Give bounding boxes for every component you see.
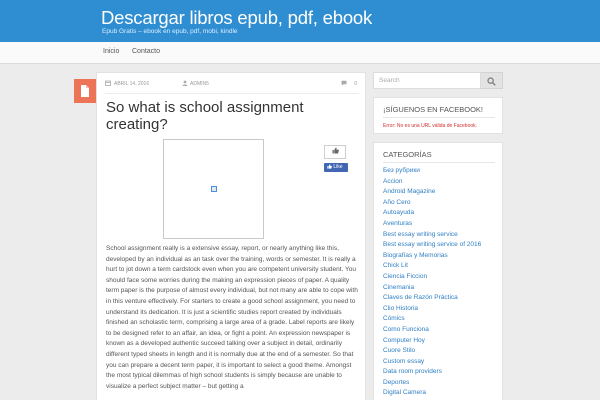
category-link[interactable]: Como Funciona xyxy=(383,325,481,336)
category-link[interactable]: Chick Lit xyxy=(383,261,481,272)
category-link[interactable]: Digital Camera xyxy=(383,388,481,399)
facebook-widget-title: ¡SÍGUENOS EN FACEBOOK! xyxy=(383,105,484,114)
thumbs-up-icon xyxy=(327,163,332,169)
main-nav: Inicio Contacto xyxy=(0,42,600,64)
post-body: School assignment really is a extensive … xyxy=(106,245,358,390)
category-link[interactable]: Custom essay xyxy=(383,357,481,368)
post-meta: ABRIL 14, 2016 ADMIN5 0 xyxy=(105,80,359,90)
search-widget xyxy=(373,72,503,89)
facebook-error-message: Error: No es una URL válida de Facebook. xyxy=(383,123,478,129)
document-icon xyxy=(81,85,89,97)
category-link[interactable]: Aventuras xyxy=(383,219,481,230)
category-link[interactable]: Computer Hoy xyxy=(383,336,481,347)
category-link[interactable]: Cómics xyxy=(383,314,481,325)
like-label: Like xyxy=(333,164,343,170)
category-link[interactable]: Data room providers xyxy=(383,367,481,378)
category-link[interactable]: Ciencia Ficcion xyxy=(383,272,481,283)
site-title[interactable]: Descargar libros epub, pdf, ebook xyxy=(101,7,372,29)
post-title[interactable]: So what is school assignment creating? xyxy=(106,99,346,133)
broken-image-icon xyxy=(211,186,217,192)
site-tagline: Epub Gratis – ebook en epub, pdf, mobi, … xyxy=(102,28,238,35)
category-list: Без рубрики Accion Android Magazine Año … xyxy=(383,166,481,399)
search-button[interactable] xyxy=(481,72,503,89)
site-header: Descargar libros epub, pdf, ebook Epub G… xyxy=(0,0,600,42)
user-icon xyxy=(182,80,188,86)
comment-count[interactable]: 0 xyxy=(354,81,357,87)
post-author[interactable]: ADMIN5 xyxy=(190,81,209,87)
category-link[interactable]: Año Cero xyxy=(383,198,481,209)
category-link[interactable]: Android Magazine xyxy=(383,187,481,198)
thumbs-up-icon xyxy=(332,147,339,154)
post-image xyxy=(163,139,264,239)
categories-widget: CATEGORÍAS Без рубрики Accion Android Ma… xyxy=(373,142,503,400)
comment-icon xyxy=(341,80,347,86)
category-link[interactable]: Claves de Razón Práctica xyxy=(383,293,481,304)
search-input[interactable] xyxy=(373,72,481,89)
category-link[interactable]: Clio Historia xyxy=(383,304,481,315)
facebook-widget: ¡SÍGUENOS EN FACEBOOK! Error: No es una … xyxy=(373,97,503,134)
category-link[interactable]: Best essay writing service of 2016 xyxy=(383,240,481,251)
category-link[interactable]: Best essay writing service xyxy=(383,230,481,241)
post-format-badge xyxy=(74,79,96,103)
calendar-icon xyxy=(105,80,111,86)
category-link[interactable]: Deportes xyxy=(383,378,481,389)
category-link[interactable]: Cuore Stilo xyxy=(383,346,481,357)
like-count-box xyxy=(324,145,346,159)
categories-widget-title: CATEGORÍAS xyxy=(383,150,432,159)
category-link[interactable]: Autoayuda xyxy=(383,208,481,219)
facebook-like-button[interactable]: Like xyxy=(324,163,348,172)
widget-divider xyxy=(383,117,495,118)
nav-item-contacto[interactable]: Contacto xyxy=(132,48,160,55)
search-icon xyxy=(487,77,496,86)
post-date: ABRIL 14, 2016 xyxy=(114,81,150,87)
post-card: ABRIL 14, 2016 ADMIN5 0 So what is schoo… xyxy=(96,72,366,400)
category-link[interactable]: Biografías y Memorias xyxy=(383,251,481,262)
category-link[interactable]: Accion xyxy=(383,177,481,188)
category-link[interactable]: Cinemania xyxy=(383,283,481,294)
meta-divider xyxy=(105,93,359,94)
widget-divider xyxy=(383,162,495,163)
nav-item-inicio[interactable]: Inicio xyxy=(103,48,119,55)
category-link[interactable]: Без рубрики xyxy=(383,166,481,177)
